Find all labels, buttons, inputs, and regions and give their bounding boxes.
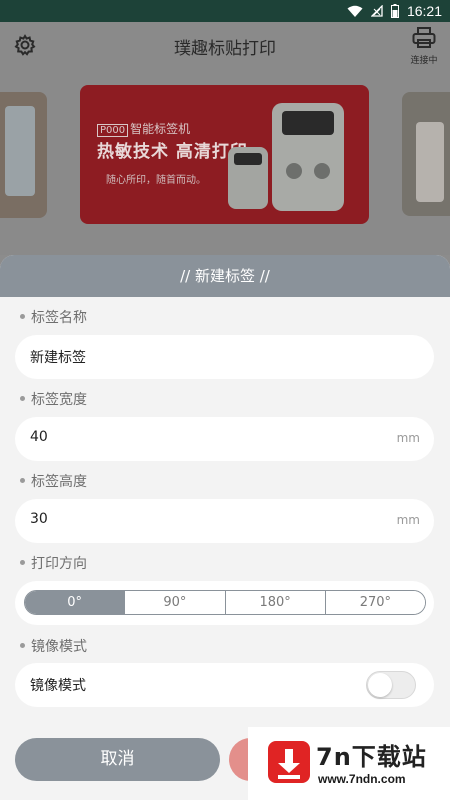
label-width-heading: 标签宽度 bbox=[20, 389, 87, 409]
direction-option-180[interactable]: 180° bbox=[224, 591, 325, 614]
status-bar: 16:21 bbox=[0, 0, 450, 22]
label-width-value: 40 bbox=[30, 429, 48, 445]
banner-carousel[interactable]: P000 智能标签机 热敏技术 高清打印 随心所印，随首而动。 bbox=[0, 70, 450, 255]
label-width-unit: mm bbox=[396, 431, 420, 445]
banner-subline: 随心所印，随首而动。 bbox=[106, 175, 206, 186]
watermark-title: 7n下载站 bbox=[316, 743, 427, 771]
banner-image bbox=[5, 106, 35, 196]
direction-option-0[interactable]: 0° bbox=[25, 591, 125, 614]
connect-status-label: 连接中 bbox=[410, 56, 438, 66]
label-height-unit: mm bbox=[396, 513, 420, 527]
banner-headline: 热敏技术 高清打印 bbox=[97, 142, 248, 162]
label-height-value: 30 bbox=[30, 511, 48, 527]
sheet-title: // 新建标签 // bbox=[0, 255, 450, 297]
banner-image bbox=[416, 122, 444, 202]
banner-previous[interactable] bbox=[0, 92, 47, 218]
label-height-field[interactable]: 30 mm bbox=[15, 499, 434, 543]
printer-icon bbox=[412, 27, 436, 48]
mirror-mode-label: 镜像模式 bbox=[30, 678, 86, 694]
mirror-mode-toggle[interactable] bbox=[366, 671, 416, 699]
label-width-field[interactable]: 40 mm bbox=[15, 417, 434, 461]
label-name-value: 新建标签 bbox=[30, 350, 86, 366]
app-header: 璞趣标贴打印 连接中 bbox=[0, 22, 450, 70]
app-title: 璞趣标贴打印 bbox=[174, 39, 276, 59]
cancel-button[interactable]: 取消 bbox=[15, 738, 220, 781]
direction-option-90[interactable]: 90° bbox=[124, 591, 225, 614]
watermark: 7n下载站 www.7ndn.com bbox=[248, 727, 450, 800]
watermark-url: www.7ndn.com bbox=[318, 772, 406, 786]
print-direction-heading: 打印方向 bbox=[20, 553, 87, 573]
no-signal-icon bbox=[370, 5, 383, 17]
mirror-mode-heading: 镜像模式 bbox=[20, 636, 87, 656]
direction-option-270[interactable]: 270° bbox=[324, 591, 425, 614]
label-height-heading: 标签高度 bbox=[20, 471, 87, 491]
printer-image-large bbox=[272, 103, 344, 211]
download-icon bbox=[268, 741, 310, 783]
status-time: 16:21 bbox=[406, 3, 442, 19]
connect-printer-button[interactable]: 连接中 bbox=[406, 27, 442, 67]
print-direction-selector: 0° 90° 180° 270° bbox=[24, 590, 426, 615]
printer-image-small bbox=[228, 147, 268, 209]
banner-current[interactable]: P000 智能标签机 热敏技术 高清打印 随心所印，随首而动。 bbox=[80, 85, 369, 224]
banner-next[interactable] bbox=[402, 92, 450, 216]
banner-model: P000 智能标签机 bbox=[97, 120, 190, 137]
wifi-icon bbox=[347, 5, 363, 17]
label-name-field[interactable]: 新建标签 bbox=[15, 335, 434, 379]
mirror-mode-row: 镜像模式 bbox=[15, 663, 434, 707]
battery-icon bbox=[390, 4, 399, 18]
new-label-sheet: // 新建标签 // 标签名称 新建标签 标签宽度 40 mm 标签高度 30 … bbox=[0, 255, 450, 800]
toggle-knob bbox=[368, 673, 392, 697]
label-name-heading: 标签名称 bbox=[20, 307, 87, 327]
status-icons: 16:21 bbox=[347, 3, 442, 19]
